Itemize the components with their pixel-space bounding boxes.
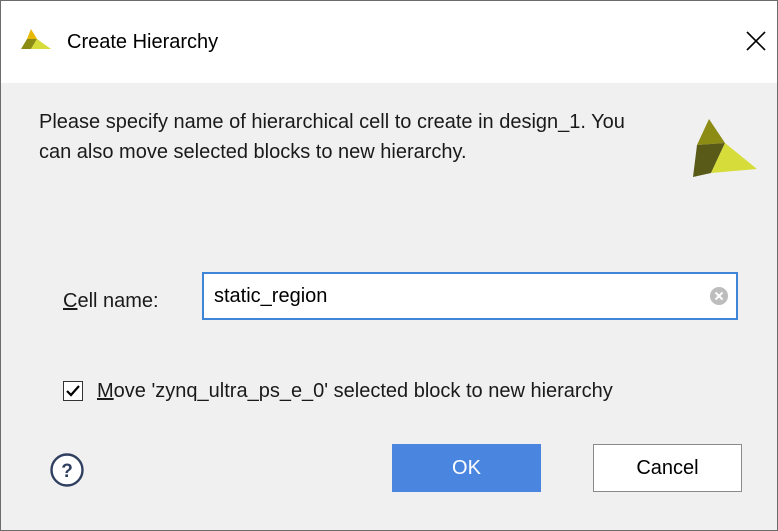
- move-block-mnemonic: M: [97, 380, 114, 402]
- cell-name-field[interactable]: [202, 272, 738, 320]
- ok-button[interactable]: OK: [392, 444, 541, 492]
- create-hierarchy-dialog: Create Hierarchy Please specify name of …: [0, 0, 778, 531]
- description-text: Please specify name of hierarchical cell…: [39, 111, 625, 163]
- title-bar[interactable]: Create Hierarchy: [1, 1, 777, 83]
- clear-icon[interactable]: [709, 286, 729, 306]
- move-block-label[interactable]: Move 'zynq_ultra_ps_e_0' selected block …: [97, 379, 613, 403]
- cell-name-label: Cell name:: [63, 289, 159, 313]
- xilinx-logo-icon: [21, 29, 51, 55]
- cell-name-label-text: ell name:: [77, 290, 159, 312]
- cell-name-input[interactable]: [214, 282, 694, 310]
- close-icon[interactable]: [741, 26, 771, 56]
- dialog-title: Create Hierarchy: [67, 31, 219, 53]
- cancel-button[interactable]: Cancel: [593, 444, 742, 492]
- help-glyph: ?: [61, 461, 73, 482]
- dialog-body: Please specify name of hierarchical cell…: [1, 83, 777, 530]
- cell-name-mnemonic: C: [63, 290, 78, 312]
- move-block-checkbox[interactable]: [63, 381, 83, 401]
- xilinx-logo-icon: [691, 119, 757, 185]
- move-block-label-text: ove 'zynq_ultra_ps_e_0' selected block t…: [113, 380, 613, 402]
- help-icon[interactable]: ?: [49, 452, 85, 488]
